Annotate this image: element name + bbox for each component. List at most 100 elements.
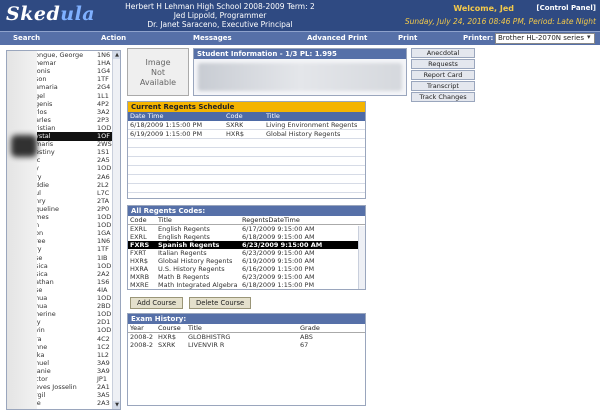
student-name: ystal: [35, 132, 51, 140]
regents-code-row[interactable]: FXRS Spanish Regents 6/23/2009 9:15:00 AM: [128, 241, 365, 249]
student-code: 2A2: [97, 269, 110, 278]
student-code: 1OD: [97, 261, 112, 270]
cell-datetime: 6/23/2009 9:15:00 AM: [242, 249, 315, 257]
exam-history-title: Exam History:: [128, 314, 365, 324]
cell-date-time: 6/18/2009 1:15:00 PM: [130, 121, 203, 129]
student-name: ra: [35, 334, 42, 343]
exam-history-row: 2008-2 SXRK LIVENVIR R 67: [128, 341, 365, 349]
cell-datetime: 6/18/2009 1:15:00 PM: [242, 281, 315, 289]
student-name: eves Josselin: [35, 383, 77, 392]
student-code: 1OD: [97, 123, 112, 132]
cell-date-time: 6/19/2009 1:15:00 PM: [130, 130, 203, 138]
cell-title: English Regents: [158, 225, 210, 233]
cell-title: Italian Regents: [158, 249, 207, 257]
cell-code: MXRE: [130, 281, 149, 289]
menu-advanced-print[interactable]: Advanced Print: [307, 34, 367, 42]
student-code: 2P0: [97, 204, 110, 213]
regents-code-row[interactable]: MXRB Math B Regents 6/23/2009 9:15:00 AM: [128, 273, 365, 281]
cell-code: EXRL: [130, 233, 147, 241]
scroll-down-icon[interactable]: ▼: [113, 401, 120, 409]
cell-datetime: 6/19/2009 9:15:00 AM: [242, 257, 315, 265]
student-name: athan: [35, 277, 54, 286]
scroll-up-icon[interactable]: ▲: [113, 51, 120, 59]
printer-value: Brother HL-2070N series: [498, 34, 584, 42]
student-name: rlos: [35, 107, 47, 116]
exam-history-row: 2008-2 HXR$ GLOBHISTRG ABS: [128, 333, 365, 341]
exam-history-row: [128, 381, 365, 389]
cell-course: HXR$: [158, 333, 176, 341]
student-list[interactable]: ie 2A3 rgil 3A5 eves Josselin 2A1 ctor JP1 lanie…: [6, 50, 121, 410]
regents-schedule-row: [128, 157, 365, 166]
regents-schedule-row[interactable]: 6/18/2009 1:15:00 PM SXRK Living Environme…: [128, 121, 365, 130]
student-name: nry: [35, 196, 46, 205]
student-code: 2P3: [97, 115, 110, 124]
student-name: ic: [35, 156, 41, 165]
programmer-name: Jed Lippold, Programmer: [173, 11, 267, 20]
student-list-scrollbar[interactable]: ▲ ▼: [112, 51, 120, 409]
student-name: ongue, George: [35, 51, 84, 59]
regents-schedule-row: [128, 175, 365, 184]
exam-history-row: [128, 357, 365, 365]
regents-schedule-header: Date Time Code Title: [128, 112, 365, 121]
cell-datetime: 6/17/2009 9:15:00 AM: [242, 225, 315, 233]
side-button-report-card[interactable]: Report Card: [411, 70, 475, 80]
app-header: Skedula Herbert H Lehman High School 200…: [0, 0, 600, 31]
student-code: 2G4: [97, 83, 111, 92]
student-name: lanie: [35, 366, 51, 375]
regents-code-row[interactable]: HXRA U.S. History Regents 6/16/2009 1:15:0…: [128, 265, 365, 273]
student-name: ree: [35, 237, 46, 246]
control-panel-link[interactable]: [Control Panel]: [536, 4, 596, 12]
student-name: ristian: [35, 123, 56, 132]
student-name: arles: [35, 115, 51, 124]
student-code: 1HA: [97, 59, 111, 68]
col-code: Code: [130, 216, 147, 224]
redacted-column: [7, 51, 37, 409]
regents-list-scrollbar[interactable]: [358, 226, 365, 289]
student-code: 3A9: [97, 358, 110, 367]
student-code: 1OD: [97, 213, 112, 221]
regents-schedule-row[interactable]: 6/19/2009 1:15:00 PM HXR$ Global History R…: [128, 130, 365, 139]
cell-title: Global History Regents: [158, 257, 233, 265]
regents-code-row[interactable]: EXRL English Regents 6/17/2009 9:15:00 AM: [128, 225, 365, 233]
col-title: Title: [158, 216, 172, 224]
side-button-anecdotal[interactable]: Anecdotal: [411, 48, 475, 58]
student-code: 2TA: [97, 196, 110, 205]
cell-datetime: 6/23/2009 9:15:00 AM: [242, 241, 323, 249]
menu-print[interactable]: Print: [398, 34, 417, 42]
cell-code: HXR$: [226, 130, 244, 138]
col-regents-datetime: RegentsDateTime: [242, 216, 300, 224]
cell-title: LIVENVIR R: [188, 341, 225, 349]
regents-code-row[interactable]: FXRT Italian Regents 6/23/2009 9:15:00 AM: [128, 249, 365, 257]
cell-title: Spanish Regents: [158, 241, 220, 249]
side-button-requests[interactable]: Requests: [411, 59, 475, 69]
cell-title: English Regents: [158, 233, 210, 241]
student-name: ly: [35, 318, 41, 327]
redacted-student-details: [198, 63, 402, 91]
student-code: JP1: [97, 375, 107, 383]
redaction-blob: [11, 135, 37, 157]
printer-select[interactable]: Brother HL-2070N series ▾: [495, 33, 595, 44]
cell-datetime: 6/16/2009 1:15:00 PM: [242, 265, 315, 273]
regents-code-row[interactable]: HXR$ Global History Regents 6/19/2009 9:15…: [128, 257, 365, 265]
menu-messages[interactable]: Messages: [193, 34, 232, 42]
side-button-transcript[interactable]: Transcript: [411, 81, 475, 91]
student-code: 1OD: [97, 164, 112, 173]
side-button-track-changes[interactable]: Track Changes: [411, 92, 475, 102]
date-period-text: Sunday, July 24, 2016 08:46 PM, Period: …: [404, 17, 596, 26]
delete-course-button[interactable]: Delete Course: [189, 297, 252, 309]
student-code: 1S1: [97, 148, 110, 157]
menu-search[interactable]: Search: [13, 34, 40, 42]
student-code: 3A9: [97, 366, 110, 375]
student-code: 1N6: [97, 237, 111, 246]
student-code: 3A2: [97, 107, 110, 116]
col-title: Title: [188, 324, 202, 332]
regents-code-row[interactable]: MXRE Math Integrated Algebra 6/18/2009 1:1…: [128, 281, 365, 289]
menu-action[interactable]: Action: [101, 34, 126, 42]
col-year: Year: [130, 324, 144, 332]
skedula-logo[interactable]: Skedula: [6, 3, 95, 25]
student-name: maris: [35, 140, 54, 149]
add-course-button[interactable]: Add Course: [130, 297, 184, 309]
student-code: 1GA: [97, 229, 111, 238]
school-info: Herbert H Lehman High School 2008-2009 T…: [120, 2, 320, 29]
regents-code-row[interactable]: EXRL English Regents 6/18/2009 9:15:00 AM: [128, 233, 365, 241]
